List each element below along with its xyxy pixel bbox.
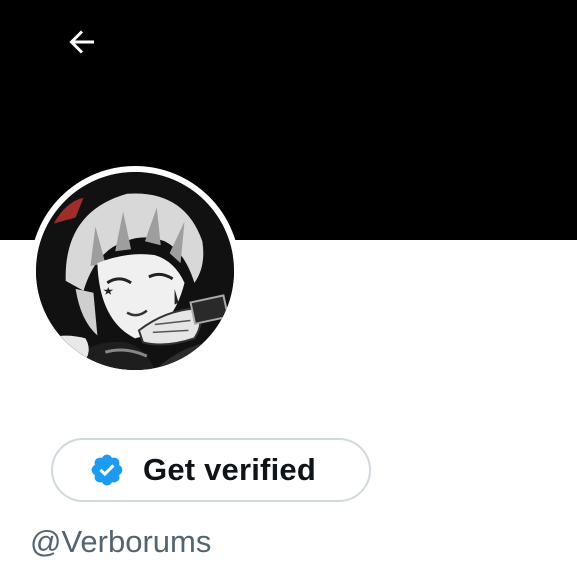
get-verified-label: Get verified	[143, 452, 316, 487]
verified-badge-icon	[89, 452, 125, 488]
avatar-image	[36, 172, 234, 370]
profile-page: Get verified @Verborums	[0, 0, 577, 577]
arrow-left-icon	[69, 30, 94, 54]
user-handle: @Verborums	[30, 524, 212, 559]
back-button[interactable]	[52, 12, 112, 72]
avatar[interactable]	[30, 166, 240, 376]
get-verified-button[interactable]: Get verified	[51, 438, 371, 502]
